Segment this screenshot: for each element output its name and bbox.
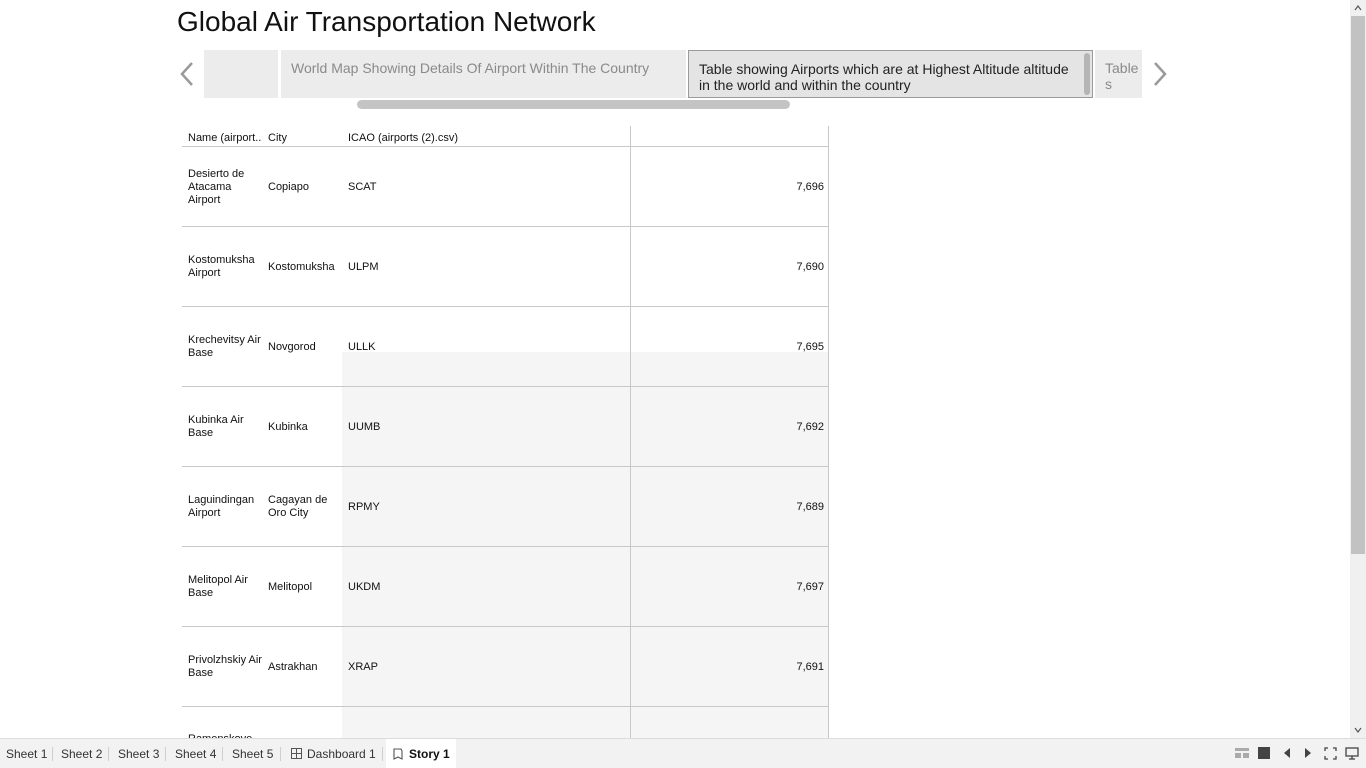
sheet-tab-bar: Sheet 1 Sheet 2 Sheet 3 Sheet 4 Sheet 5 … — [0, 738, 1366, 768]
story-points-scrollbar[interactable] — [357, 100, 790, 109]
tab-sheet-4[interactable]: Sheet 4 — [169, 739, 222, 768]
cell-value: 7,695 — [796, 340, 824, 353]
story-title: Global Air Transportation Network — [177, 6, 596, 37]
previous-point-button[interactable] — [175, 58, 199, 90]
airports-table: Name (airport.. City ICAO (airports (2).… — [182, 126, 829, 738]
chevron-left-icon — [180, 62, 193, 86]
cell-icao: ULLK — [348, 340, 376, 353]
cell-value — [632, 707, 824, 738]
scroll-down-button[interactable] — [1350, 722, 1366, 738]
table-row[interactable]: Melitopol Air Base Melitopol UKDM 7,697 — [182, 547, 829, 627]
tab-sheet-3[interactable]: Sheet 3 — [112, 739, 165, 768]
sheet-view-icon[interactable] — [1256, 745, 1272, 761]
cell-city: Melitopol — [268, 580, 313, 593]
cell-icao: ULPM — [348, 260, 379, 273]
story-point-scrollbar[interactable] — [1084, 53, 1090, 95]
caret-down-icon — [1354, 727, 1362, 733]
tab-divider — [280, 747, 281, 761]
cell-icao: XRAP — [348, 660, 378, 673]
table-row[interactable]: Desierto de Atacama Airport Copiapo SCAT… — [182, 147, 829, 227]
vertical-scroll-thumb[interactable] — [1351, 16, 1365, 554]
next-point-button[interactable] — [1148, 58, 1172, 90]
cell-name: Melitopol Air Base — [188, 574, 248, 599]
header-icao[interactable]: ICAO (airports (2).csv) — [348, 132, 458, 144]
cell-value: 7,696 — [796, 180, 824, 193]
tab-dashboard-1[interactable]: Dashboard 1 — [285, 739, 382, 768]
cell-city: Novgorod — [268, 340, 316, 353]
scroll-up-button[interactable] — [1350, 0, 1366, 16]
cell-icao: UUMB — [348, 420, 381, 433]
cell-city: Astrakhan — [268, 660, 318, 673]
story-points-navigator: World Map Showing Details Of Airport Wit… — [204, 50, 1142, 98]
tab-label: Story 1 — [409, 746, 450, 761]
chevron-right-icon — [1154, 62, 1167, 86]
story-point-3-label: Table showing Airports which are at High… — [699, 61, 1069, 93]
tab-label: Dashboard 1 — [307, 746, 376, 761]
tab-sheet-1[interactable]: Sheet 1 — [0, 739, 53, 768]
table-row[interactable]: Ramenskoye — [182, 707, 829, 738]
table-row[interactable]: Krechevitsy Air Base Novgorod ULLK 7,695 — [182, 307, 829, 387]
cell-name: Laguindingan Airport — [188, 494, 255, 519]
tab-label: Sheet 3 — [118, 746, 160, 761]
next-sheet-icon[interactable] — [1300, 745, 1316, 761]
cell-name: Kubinka Air Base — [188, 414, 244, 439]
presentation-mode-icon[interactable] — [1344, 745, 1360, 761]
cell-name: Privolzhskiy Air Base — [188, 654, 262, 679]
tab-label: Sheet 1 — [6, 746, 48, 761]
table-row[interactable]: Laguindingan Airport Cagayan de Oro City… — [182, 467, 829, 547]
tab-label: Sheet 4 — [175, 746, 217, 761]
cell-city: Kubinka — [268, 420, 308, 433]
story-point-1[interactable] — [204, 50, 278, 98]
dashboard-icon — [291, 748, 302, 759]
cell-city — [268, 707, 344, 738]
tab-divider — [165, 747, 166, 761]
caret-up-icon — [1354, 5, 1362, 11]
story-window: Global Air Transportation Network World … — [0, 0, 1366, 768]
header-name[interactable]: Name (airport.. — [188, 132, 261, 144]
tab-divider — [108, 747, 109, 761]
cell-icao: SCAT — [348, 180, 377, 193]
cell-name: Ramenskoye — [188, 707, 264, 738]
header-city[interactable]: City — [268, 132, 287, 144]
filmstrip-view-icon[interactable] — [1234, 745, 1250, 761]
cell-value: 7,697 — [796, 580, 824, 593]
tab-label: Sheet 5 — [232, 746, 274, 761]
cell-city: Kostomuksha — [268, 260, 335, 273]
cell-city: Cagayan de Oro City — [268, 494, 328, 519]
cell-name: Krechevitsy Air Base — [188, 334, 261, 359]
previous-sheet-icon[interactable] — [1279, 745, 1295, 761]
table-row[interactable]: Kostomuksha Airport Kostomuksha ULPM 7,6… — [182, 227, 829, 307]
cell-icao — [348, 707, 548, 738]
cell-value: 7,692 — [796, 420, 824, 433]
cell-icao: UKDM — [348, 580, 381, 593]
tab-sheet-5[interactable]: Sheet 5 — [226, 739, 279, 768]
story-point-3-active[interactable]: Table showing Airports which are at High… — [688, 50, 1093, 98]
cell-value: 7,689 — [796, 500, 824, 513]
tab-story-1[interactable]: Story 1 — [386, 739, 456, 768]
cell-icao: RPMY — [348, 500, 380, 513]
cell-name: Desierto de Atacama Airport — [188, 167, 245, 206]
tab-divider — [382, 747, 383, 761]
table-row[interactable]: Kubinka Air Base Kubinka UUMB 7,692 — [182, 387, 829, 467]
cell-value: 7,690 — [796, 260, 824, 273]
fullscreen-icon[interactable] — [1322, 745, 1338, 761]
tab-divider — [222, 747, 223, 761]
story-icon — [392, 747, 404, 760]
table-row[interactable]: Privolzhskiy Air Base Astrakhan XRAP 7,6… — [182, 627, 829, 707]
story-point-4[interactable]: Table s — [1095, 50, 1142, 98]
table-header: Name (airport.. City ICAO (airports (2).… — [182, 126, 829, 147]
tab-divider — [52, 747, 53, 761]
tab-sheet-2[interactable]: Sheet 2 — [55, 739, 108, 768]
story-point-2[interactable]: World Map Showing Details Of Airport Wit… — [281, 50, 686, 98]
tab-label: Sheet 2 — [61, 746, 103, 761]
cell-city: Copiapo — [268, 180, 309, 193]
cell-value: 7,691 — [796, 660, 824, 673]
cell-name: Kostomuksha Airport — [188, 254, 255, 279]
